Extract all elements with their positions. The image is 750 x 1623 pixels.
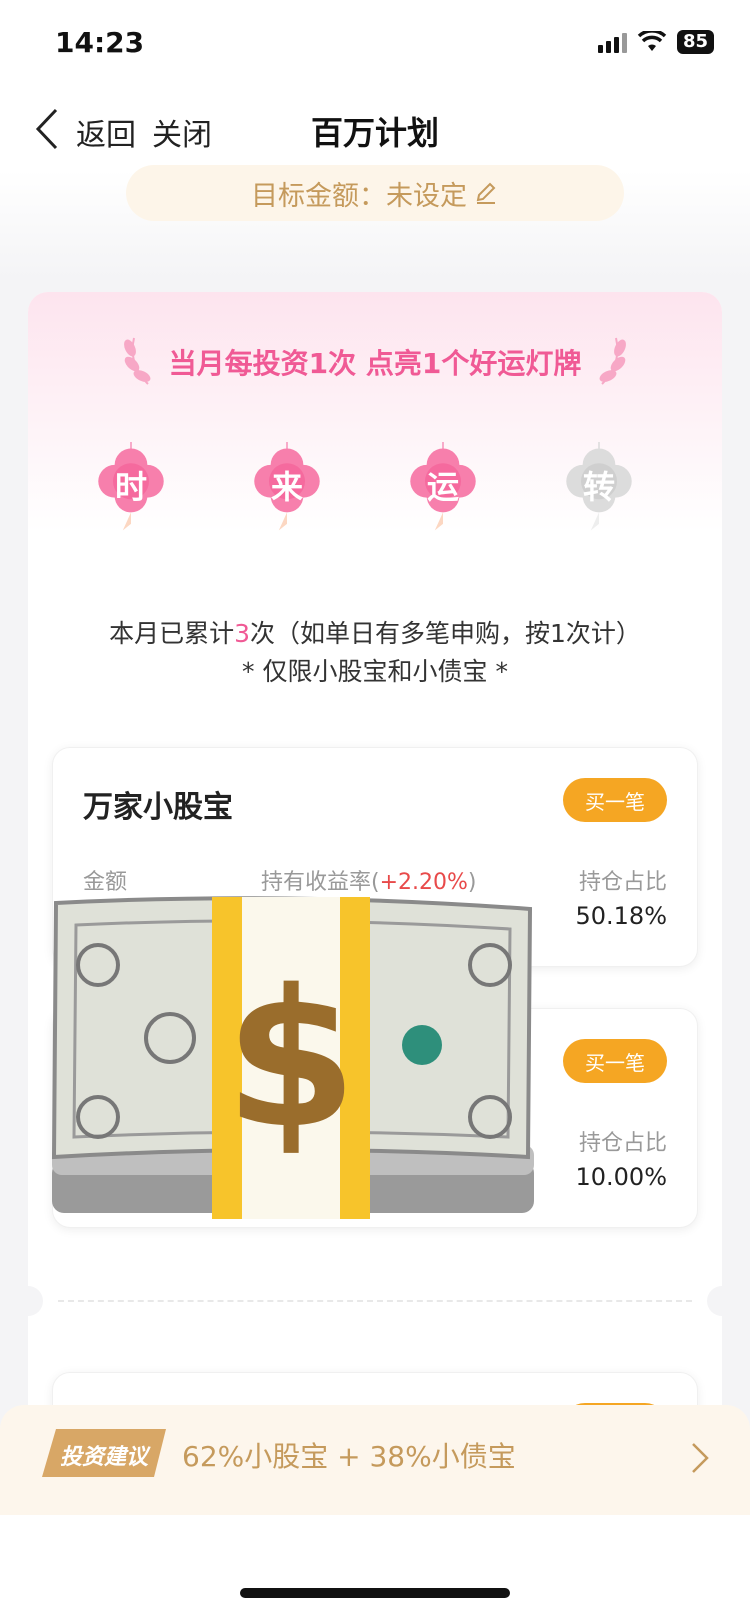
share-value: 50.18% — [575, 902, 667, 930]
svg-text:$: $ — [225, 949, 357, 1170]
lamp-3: 运 — [398, 432, 488, 562]
share-value: 10.00% — [575, 1163, 667, 1191]
count-value: 3 — [234, 619, 250, 648]
wifi-icon — [637, 31, 667, 51]
share-label: 持仓占比 — [578, 870, 667, 895]
amount-label: 金额 — [83, 870, 128, 895]
chevron-right-icon[interactable] — [690, 1441, 710, 1475]
right-laurel-icon — [599, 337, 626, 385]
buy-button[interactable]: 买一笔 — [563, 778, 667, 822]
investment-advice-bar[interactable]: 投资建议 62%小股宝 + 38%小债宝 — [0, 1405, 750, 1515]
bottom-safe-area — [0, 1515, 750, 1623]
edit-pencil-icon[interactable] — [473, 180, 499, 206]
nav-bar: 返回 关闭 百万计划 — [0, 90, 750, 170]
ticket-notch-right — [707, 1286, 722, 1316]
advice-tag-label: 投资建议 — [59, 1445, 148, 1470]
return-rate-value: +2.20% — [379, 870, 468, 895]
status-icons: 85 — [597, 30, 714, 54]
cellular-signal-icon — [597, 31, 627, 53]
buy-button[interactable]: 买一笔 — [563, 1039, 667, 1083]
home-indicator[interactable] — [240, 1588, 510, 1598]
lamp-char: 转 — [582, 468, 615, 506]
limit-note: * 仅限小股宝和小债宝 * — [242, 657, 508, 686]
return-rate-label: 持有收益率(+2.20%) — [261, 870, 477, 895]
battery-level: 85 — [676, 30, 714, 54]
lamp-1: 时 — [86, 432, 176, 562]
lamp-char: 运 — [426, 468, 459, 506]
ticket-notch-left — [28, 1286, 43, 1316]
share-label: 持仓占比 — [578, 1131, 667, 1156]
status-time: 14:23 — [55, 26, 145, 59]
lucky-lamp-card: 当月每投资1次 点亮1个好运灯牌 时 来 运 转 本月已累计3次（如单日有多笔申… — [28, 292, 722, 1432]
target-amount-pill[interactable]: 目标金额：未设定 — [126, 165, 624, 221]
dashed-divider — [58, 1300, 692, 1302]
page-title: 百万计划 — [310, 114, 439, 152]
lamp-2: 来 — [242, 432, 332, 562]
lamp-char: 时 — [114, 468, 147, 506]
advice-text: 62%小股宝 + 38%小债宝 — [182, 1440, 516, 1473]
fund-name: 万家小股宝 — [83, 790, 233, 825]
lamp-char: 来 — [270, 468, 303, 506]
target-amount-label: 目标金额：未设定 — [251, 180, 467, 212]
money-bundle-icon: $ — [51, 896, 534, 1219]
monthly-count: 本月已累计3次（如单日有多笔申购，按1次计） — [109, 619, 641, 648]
lamp-4: 转 — [554, 432, 644, 562]
status-bar: 14:23 85 — [0, 0, 750, 90]
